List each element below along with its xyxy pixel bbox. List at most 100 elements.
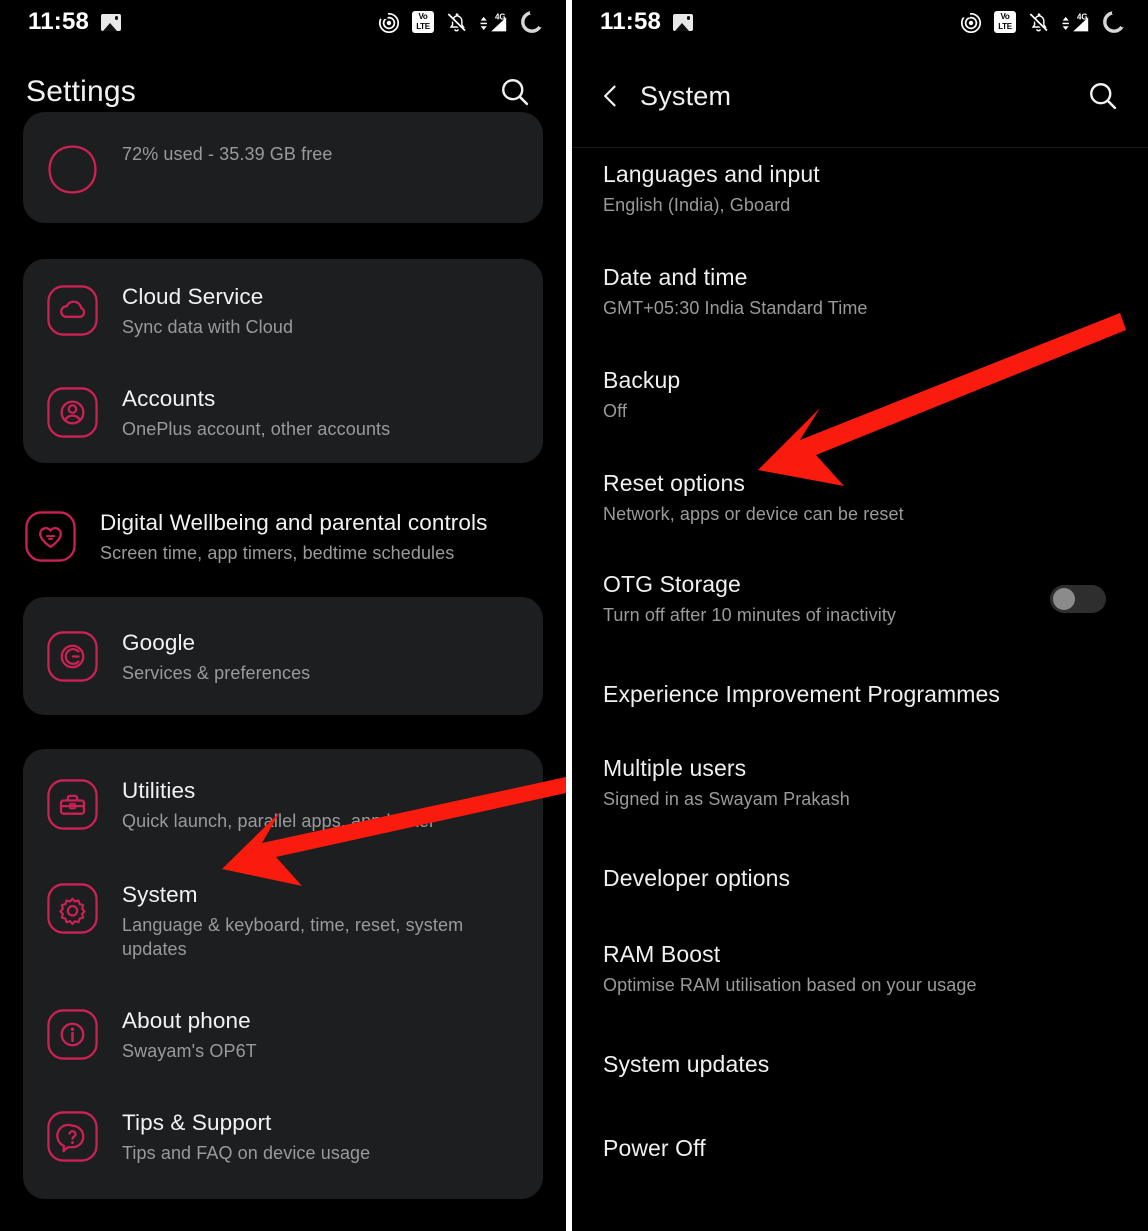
list-item-title: Cloud Service <box>122 284 264 309</box>
battery-icon <box>521 10 544 33</box>
list-item-subtitle: Turn off after 10 minutes of inactivity <box>603 605 897 625</box>
list-item-subtitle: English (India), Gboard <box>603 195 791 215</box>
list-item-title: OTG Storage <box>603 571 741 597</box>
list-item-subtitle: Sync data with Cloud <box>122 317 294 337</box>
volte-icon: Vo LTE <box>412 11 434 33</box>
status-bar-clock: 11:58 <box>600 8 662 35</box>
list-item-subtitle: GMT+05:30 India Standard Time <box>603 298 868 318</box>
page-title: Settings <box>26 75 136 108</box>
mobile-signal-4g-icon: 4G <box>1062 12 1089 31</box>
search-button[interactable] <box>1080 73 1126 119</box>
volte-top-label: Vo <box>418 12 428 21</box>
mobile-signal-4g-icon: 4G <box>480 12 507 31</box>
volte-bottom-label: LTE <box>998 21 1012 31</box>
notifications-muted-icon <box>1028 12 1048 32</box>
list-item-power-off[interactable]: Power Off <box>603 1102 1148 1183</box>
list-item-utilities[interactable]: Utilities Quick launch, parallel apps, a… <box>23 749 543 855</box>
status-bar-right: 11:58 Vo LTE 4G <box>572 0 1148 44</box>
status-bar-left: 11:58 Vo LTE 4G <box>0 0 566 44</box>
list-item-experience-improvement-programmes[interactable]: Experience Improvement Programmes <box>603 648 1148 732</box>
list-item-subtitle: Services & preferences <box>122 663 311 683</box>
cloud-icon <box>45 283 100 338</box>
heart-icon <box>23 509 78 564</box>
settings-screen: 11:58 Vo LTE 4G Settings 72% used - 35.3… <box>0 0 566 1231</box>
toolbox-icon <box>45 777 100 832</box>
list-item-title: Reset options <box>603 470 745 496</box>
list-item-ram-boost[interactable]: RAM Boost Optimise RAM utilisation based… <box>603 916 1148 1018</box>
toggle-knob <box>1053 587 1075 610</box>
volte-bottom-label: LTE <box>416 21 430 31</box>
back-chevron-icon <box>604 85 616 107</box>
list-item-multiple-users[interactable]: Multiple users Signed in as Swayam Praka… <box>603 732 1148 832</box>
list-item-system-updates[interactable]: System updates <box>603 1018 1148 1102</box>
system-settings-list: Languages and input English (India), Gbo… <box>572 148 1148 1183</box>
list-item-subtitle: Tips and FAQ on device usage <box>122 1143 371 1163</box>
nearby-share-icon <box>378 12 400 34</box>
list-item-title: About phone <box>122 1008 251 1033</box>
list-item-title: Multiple users <box>603 755 747 781</box>
list-item-developer-options[interactable]: Developer options <box>603 832 1148 916</box>
list-item-subtitle: Language & keyboard, time, reset, system… <box>122 915 464 959</box>
list-item-title: Google <box>122 630 196 655</box>
list-item-date-and-time[interactable]: Date and time GMT+05:30 India Standard T… <box>603 238 1148 341</box>
status-bar-clock: 11:58 <box>28 8 90 35</box>
list-item-languages-and-input[interactable]: Languages and input English (India), Gbo… <box>603 148 1148 238</box>
list-item-subtitle: Signed in as Swayam Prakash <box>603 789 850 809</box>
list-item-tips-support[interactable]: Tips & Support Tips and FAQ on device us… <box>23 1085 543 1199</box>
search-icon <box>1090 83 1117 110</box>
list-item-title: Accounts <box>122 386 216 411</box>
list-item-system[interactable]: System Language & keyboard, time, reset,… <box>23 855 543 983</box>
list-item-subtitle: 72% used - 35.39 GB free <box>122 144 333 164</box>
list-item-title: Utilities <box>122 778 196 803</box>
list-item-subtitle: Swayam's OP6T <box>122 1041 257 1061</box>
page-title: System <box>640 80 732 111</box>
battery-icon <box>1103 10 1126 33</box>
back-button[interactable] <box>594 79 628 113</box>
list-item-otg-storage[interactable]: OTG Storage Turn off after 10 minutes of… <box>603 547 1148 648</box>
gear-icon <box>45 881 100 936</box>
list-item-title: System <box>122 882 198 907</box>
system-app-bar: System <box>572 44 1148 148</box>
photo-icon <box>673 13 694 31</box>
list-item-about-phone[interactable]: About phone Swayam's OP6T <box>23 983 543 1085</box>
network-type-label: 4G <box>1077 12 1088 21</box>
search-icon <box>502 79 529 106</box>
list-item-subtitle: Optimise RAM utilisation based on your u… <box>603 975 977 995</box>
list-item-digital-wellbeing[interactable]: Digital Wellbeing and parental controls … <box>23 485 543 587</box>
network-type-label: 4G <box>495 12 506 21</box>
storage-icon <box>45 142 100 197</box>
list-item-title: Backup <box>603 367 681 393</box>
volte-icon: Vo LTE <box>994 11 1016 33</box>
notifications-muted-icon <box>446 12 466 32</box>
list-item-accounts[interactable]: Accounts OnePlus account, other accounts <box>23 361 543 463</box>
list-item-title: Tips & Support <box>122 1110 272 1135</box>
list-item-google[interactable]: Google Services & preferences <box>23 597 543 715</box>
list-item-title: Experience Improvement Programmes <box>603 681 1001 707</box>
nearby-share-icon <box>960 12 982 34</box>
otg-storage-toggle[interactable] <box>1050 584 1106 613</box>
dual-screenshot-composite: 11:58 Vo LTE 4G Settings 72% used - 35.3… <box>0 0 1148 1231</box>
list-item-title: Digital Wellbeing and parental controls <box>100 510 488 535</box>
account-icon <box>45 385 100 440</box>
settings-app-bar: Settings <box>0 44 566 140</box>
list-item-backup[interactable]: Backup Off <box>603 341 1148 444</box>
system-screen: 11:58 Vo LTE 4G System Languages and inp… <box>572 0 1148 1231</box>
settings-group-accounts: Cloud Service Sync data with Cloud Accou… <box>23 259 543 463</box>
list-item-subtitle: Quick launch, parallel apps, app locker <box>122 811 436 831</box>
info-icon <box>45 1007 100 1062</box>
list-item-title: Date and time <box>603 264 748 290</box>
settings-group-google: Google Services & preferences <box>23 597 543 715</box>
list-item-subtitle: Network, apps or device can be reset <box>603 504 904 524</box>
list-item-title: Developer options <box>603 865 791 891</box>
list-item-title: Languages and input <box>603 161 820 187</box>
settings-group-system: Utilities Quick launch, parallel apps, a… <box>23 749 543 1199</box>
search-button[interactable] <box>492 69 538 115</box>
list-item-subtitle: OnePlus account, other accounts <box>122 419 391 439</box>
list-item-title: RAM Boost <box>603 941 721 967</box>
list-item-title: System updates <box>603 1051 770 1077</box>
list-item-title: Power Off <box>603 1135 706 1161</box>
list-item-reset-options[interactable]: Reset options Network, apps or device ca… <box>603 444 1148 547</box>
list-item-cloud-service[interactable]: Cloud Service Sync data with Cloud <box>23 259 543 361</box>
photo-icon <box>101 13 122 31</box>
volte-top-label: Vo <box>1000 12 1010 21</box>
